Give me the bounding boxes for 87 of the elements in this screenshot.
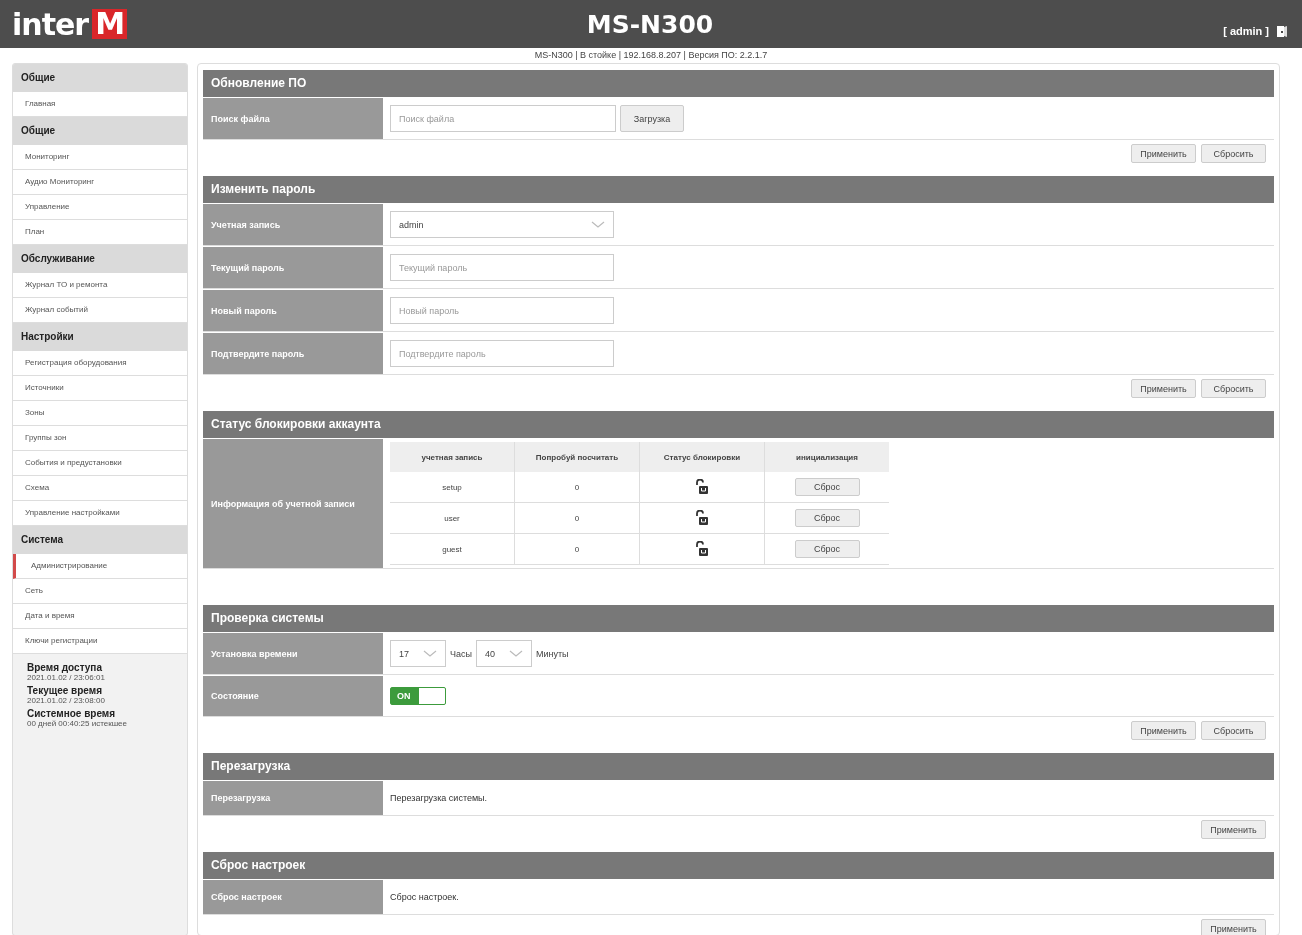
sidebar-item[interactable]: Сеть [13, 579, 187, 604]
toggle-switch[interactable]: ON [390, 687, 446, 705]
section-header: Проверка системы [203, 605, 1274, 632]
sidebar-item[interactable]: Журнал ТО и ремонта [13, 273, 187, 298]
minute-dropdown[interactable]: 40 [476, 640, 532, 667]
section-header: Сброс настроек [203, 852, 1274, 879]
apply-button[interactable]: Применить [1131, 721, 1196, 740]
field-label: Установка времени [203, 633, 383, 674]
sidebar-item[interactable]: Источники [13, 376, 187, 401]
table-cell: setup [390, 472, 515, 503]
info-value: 2021.01.02 / 23:06:01 [27, 673, 106, 682]
sidebar-item[interactable]: Дата и время [13, 604, 187, 629]
field-label: Текущий пароль [203, 247, 383, 288]
reset-button[interactable]: Сбросить [1201, 379, 1266, 398]
logo: inter M [12, 6, 127, 42]
sidebar-item[interactable]: Схема [13, 476, 187, 501]
upload-button[interactable]: Загрузка [620, 105, 684, 132]
password-field[interactable]: Новый пароль [390, 297, 614, 324]
info-value: 00 дней 00:40:25 истекшее [27, 719, 129, 728]
sidebar-item[interactable]: События и предустановки [13, 451, 187, 476]
reset-button[interactable]: Сбросить [1201, 721, 1266, 740]
sidebar-group-title: Система [13, 526, 187, 554]
info-label: Системное время [27, 708, 117, 719]
column-header: инициализация [764, 442, 889, 472]
sidebar-item[interactable]: Журнал событий [13, 298, 187, 323]
field-label: Подтвердите пароль [203, 333, 383, 374]
page-title: MS-N300 [586, 9, 714, 39]
logout-icon[interactable] [1276, 24, 1288, 38]
reset-button[interactable]: Сброс [794, 540, 860, 558]
info-label: Время доступа [27, 662, 103, 673]
sidebar-item[interactable]: Главная [13, 92, 187, 117]
caret-icon [509, 650, 523, 657]
field-label: Учетная запись [203, 204, 383, 245]
table-cell: user [390, 502, 515, 534]
sidebar-item[interactable]: Аудио Мониторинг [13, 170, 187, 195]
sidebar-item[interactable]: Регистрация оборудования [13, 351, 187, 376]
sidebar-item[interactable]: Зоны [13, 401, 187, 426]
sidebar-item[interactable]: Группы зон [13, 426, 187, 451]
section-header: Обновление ПО [203, 70, 1274, 97]
unit-label: Минуты [536, 648, 569, 659]
sidebar-item[interactable]: План [13, 220, 187, 245]
apply-button[interactable]: Применить [1201, 919, 1266, 935]
file-search-field[interactable]: Поиск файла [390, 105, 616, 132]
section-header: Изменить пароль [203, 176, 1274, 203]
password-field[interactable]: Текущий пароль [390, 254, 614, 281]
reset-button[interactable]: Сбросить [1201, 144, 1266, 163]
account-dropdown[interactable]: admin [390, 211, 614, 238]
sidebar-group-title: Обслуживание [13, 245, 187, 273]
column-header: Статус блокировки [639, 442, 765, 472]
sidebar-group-title: Настройки [13, 323, 187, 351]
field-label: Информация об учетной записи [203, 439, 383, 568]
unit-label: Часы [450, 648, 472, 659]
table-cell: 0 [514, 472, 640, 503]
field-text: Сброс настроек. [390, 892, 459, 902]
reset-button[interactable]: Сброс [794, 478, 860, 496]
hour-dropdown[interactable]: 17 [390, 640, 446, 667]
column-header: Попробуй посчитать [514, 442, 640, 472]
sidebar-item[interactable]: Мониторинг [13, 145, 187, 170]
caret-icon [591, 221, 605, 228]
password-field[interactable]: Подтвердите пароль [390, 340, 614, 367]
field-text: Перезагрузка системы. [390, 793, 488, 803]
apply-button[interactable]: Применить [1131, 144, 1196, 163]
sidebar-item[interactable]: Управление [13, 195, 187, 220]
field-label: Состояние [203, 676, 383, 716]
sidebar-item[interactable]: Управление настройками [13, 501, 187, 526]
sidebar-item[interactable]: Ключи регистрации [13, 629, 187, 654]
table-cell: guest [390, 533, 515, 565]
info-label: Текущее время [27, 685, 103, 696]
device-info: MS-N300 | В стойке | 192.168.8.207 | Версия ПО: 2.2.1.7 [533, 49, 769, 62]
caret-icon [423, 650, 437, 657]
sidebar-item[interactable]: Администрирование [13, 554, 187, 579]
reset-button[interactable]: Сброс [794, 509, 860, 527]
column-header: учетная запись [390, 442, 515, 472]
info-value: 2021.01.02 / 23:08:00 [27, 696, 106, 705]
field-label: Поиск файла [203, 98, 383, 139]
field-label: Перезагрузка [203, 781, 383, 815]
apply-button[interactable]: Применить [1201, 820, 1266, 839]
user-link[interactable]: [ admin ] [1223, 25, 1269, 37]
sidebar-group-title: Общие [13, 64, 187, 92]
section-header: Перезагрузка [203, 753, 1274, 780]
sidebar-group-title: Общие [13, 117, 187, 145]
table-cell: 0 [514, 502, 640, 534]
apply-button[interactable]: Применить [1131, 379, 1196, 398]
field-label: Сброс настроек [203, 880, 383, 914]
section-header: Статус блокировки аккаунта [203, 411, 1274, 438]
table-cell: 0 [514, 533, 640, 565]
field-label: Новый пароль [203, 290, 383, 331]
